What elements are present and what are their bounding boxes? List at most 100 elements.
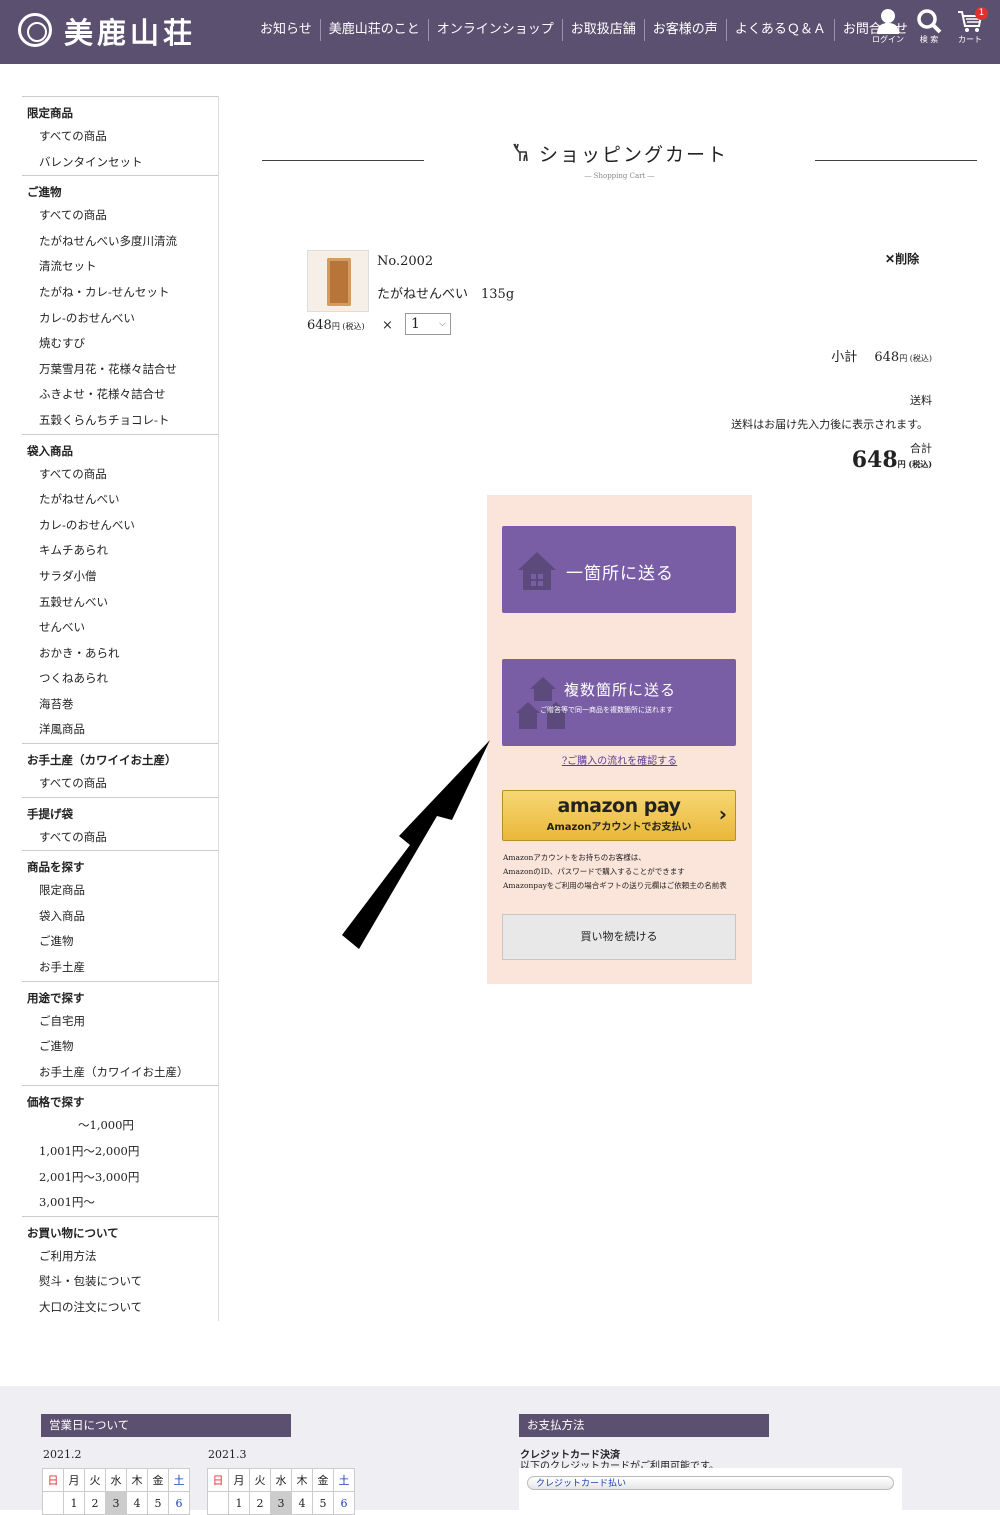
sidebar-item[interactable]: たがね・カレ-せんセット	[22, 280, 218, 306]
sidebar-item[interactable]: お手土産	[22, 955, 218, 981]
total-row: 648円 (税込)	[852, 447, 932, 473]
nav-shop[interactable]: オンラインショップ	[429, 19, 563, 41]
sidebar-item[interactable]: ご進物	[22, 929, 218, 955]
sidebar-item[interactable]: つくねあられ	[22, 666, 218, 692]
sidebar-item[interactable]: 1,001円〜2,000円	[22, 1139, 218, 1165]
amazon-pay-sub: Amazonアカウントでお支払い	[546, 822, 692, 833]
sidebar-item[interactable]: 五穀くらんちチョコレ-ト	[22, 408, 218, 434]
send-single-label: 一箇所に送る	[566, 564, 674, 584]
sidebar-item[interactable]: すべての商品	[22, 462, 218, 488]
sidebar-category-title[interactable]: お買い物について	[22, 1217, 218, 1244]
calendar-weekday: 月	[63, 1468, 85, 1492]
sidebar-item[interactable]: 海苔巻	[22, 692, 218, 718]
sidebar-item[interactable]: 五穀せんべい	[22, 590, 218, 616]
calendar-day: 1	[63, 1491, 85, 1515]
sidebar-item[interactable]: すべての商品	[22, 825, 218, 851]
sidebar-item[interactable]: たがねせんべい多度川清流	[22, 229, 218, 255]
sidebar-item[interactable]: ご利用方法	[22, 1244, 218, 1270]
site-logo[interactable]: 美鹿山荘	[64, 10, 196, 52]
sidebar-item[interactable]: 洋風商品	[22, 717, 218, 743]
logo-icon[interactable]	[18, 13, 52, 47]
sidebar-item[interactable]: 〜1,000円	[22, 1113, 218, 1139]
calendar-day: 6	[168, 1491, 190, 1515]
sidebar-item[interactable]: 2,001円〜3,000円	[22, 1165, 218, 1191]
sidebar-item[interactable]: せんべい	[22, 615, 218, 641]
sidebar-item[interactable]: 限定商品	[22, 878, 218, 904]
sidebar-item[interactable]: 清流セット	[22, 254, 218, 280]
quantity-select[interactable]: 1 ⌵	[405, 313, 451, 335]
sidebar-category-title[interactable]: ご進物	[22, 176, 218, 203]
sidebar-item[interactable]: お手土産（カワイイお土産）	[22, 1060, 218, 1086]
calendar-day: 1	[228, 1491, 250, 1515]
nav-stores[interactable]: お取扱店舗	[563, 19, 645, 41]
delete-button[interactable]: ✕削除	[885, 250, 919, 267]
amazon-pay-button[interactable]: amazon pay Amazonアカウントでお支払い ›	[502, 790, 736, 841]
sidebar-item[interactable]: ご自宅用	[22, 1009, 218, 1035]
sidebar-item[interactable]: カレ-のおせんべい	[22, 513, 218, 539]
sidebar-item[interactable]: 万葉雪月花・花様々詰合せ	[22, 357, 218, 383]
sidebar-category: 価格で探す 〜1,000円 1,001円〜2,000円 2,001円〜3,000円 3,…	[22, 1085, 218, 1215]
sidebar-item[interactable]: 熨斗・包装について	[22, 1269, 218, 1295]
sidebar-category-title[interactable]: 手提げ袋	[22, 798, 218, 825]
calendar-weekday: 金	[147, 1468, 169, 1492]
sidebar-item[interactable]: 袋入商品	[22, 904, 218, 930]
search-button[interactable]: 検 索	[909, 8, 949, 45]
sidebar-item[interactable]: すべての商品	[22, 203, 218, 229]
sidebar-category: ご進物 すべての商品 たがねせんべい多度川清流 清流セット たがね・カレ-せんセット カレ…	[22, 175, 218, 433]
nav-faq[interactable]: よくあるＱ＆Ａ	[727, 19, 835, 41]
sidebar-item[interactable]: すべての商品	[22, 771, 218, 797]
product-image[interactable]	[307, 250, 369, 312]
calendar-month-1: 2021.2	[43, 1448, 82, 1461]
sidebar-item[interactable]: バレンタインセット	[22, 150, 218, 176]
sidebar-item[interactable]: 3,001円〜	[22, 1190, 218, 1216]
search-icon	[917, 9, 942, 34]
cart-label: カート	[958, 35, 982, 44]
login-button[interactable]: ログイン	[868, 8, 908, 45]
sidebar-item[interactable]: カレ-のおせんべい	[22, 306, 218, 332]
calendar-day	[207, 1491, 229, 1515]
send-multiple-button[interactable]: 複数箇所に送る ご贈答等で同一商品を複数箇所に送れます	[502, 659, 736, 746]
page-title: ショッピングカート	[538, 144, 728, 166]
calendar-month-2: 2021.3	[208, 1448, 247, 1461]
continue-shopping-button[interactable]: 買い物を続ける	[502, 914, 736, 960]
send-single-button[interactable]: 一箇所に送る	[502, 526, 736, 613]
payment-box: クレジットカード払い	[519, 1468, 902, 1510]
sidebar-item[interactable]: たがねせんべい	[22, 487, 218, 513]
shipping-label: 送料	[910, 394, 932, 407]
amazon-note-1: Amazonアカウントをお持ちのお客様は、	[503, 853, 646, 862]
calendar-day: 5	[147, 1491, 169, 1515]
item-name[interactable]: たがねせんべい 135g	[377, 283, 514, 302]
sidebar-item[interactable]: おかき・あられ	[22, 641, 218, 667]
sidebar-category-title[interactable]: 商品を探す	[22, 851, 218, 878]
sidebar-category: 袋入商品 すべての商品 たがねせんべい カレ-のおせんべい キムチあられ サラダ小僧 五穀せ…	[22, 433, 218, 744]
sidebar-category-title[interactable]: 価格で探す	[22, 1086, 218, 1113]
calendar-day: 3	[270, 1491, 292, 1515]
nav-news[interactable]: お知らせ	[252, 19, 321, 41]
nav-voices[interactable]: お客様の声	[645, 19, 727, 41]
sidebar-item[interactable]: サラダ小僧	[22, 564, 218, 590]
category-sidebar: 限定商品 すべての商品 バレンタインセット ご進物 すべての商品 たがねせんべい多度川清流…	[22, 96, 219, 1321]
calendar-1: 日月火水木金土 123456	[42, 1468, 190, 1515]
sidebar-item[interactable]: 焼むすび	[22, 331, 218, 357]
calendar-day: 3	[105, 1491, 127, 1515]
business-days-title: 営業日について	[41, 1414, 291, 1437]
sidebar-category-title[interactable]: 用途で探す	[22, 982, 218, 1009]
calendar-day	[42, 1491, 64, 1515]
nav-about[interactable]: 美鹿山荘のこと	[321, 19, 429, 41]
sidebar-item[interactable]: 大口の注文について	[22, 1295, 218, 1321]
sidebar-item[interactable]: ご進物	[22, 1034, 218, 1060]
sidebar-category-title[interactable]: お手土産（カワイイお土産）	[22, 744, 218, 771]
sidebar-item[interactable]: すべての商品	[22, 124, 218, 150]
sidebar-category: お手土産（カワイイお土産） すべての商品	[22, 743, 218, 797]
sidebar-category-title[interactable]: 袋入商品	[22, 435, 218, 462]
sidebar-item[interactable]: キムチあられ	[22, 538, 218, 564]
sidebar-item[interactable]: ふきよせ・花様々詰合せ	[22, 382, 218, 408]
calendar-weekday: 日	[42, 1468, 64, 1492]
cart-button[interactable]: カート 1	[950, 7, 990, 45]
credit-card-tab[interactable]: クレジットカード払い	[527, 1476, 894, 1490]
subtotal-row: 小計 648円 (税込)	[831, 346, 932, 365]
sidebar-category-title[interactable]: 限定商品	[22, 97, 218, 124]
send-multiple-sub: ご贈答等で同一商品を複数箇所に送れます	[540, 706, 673, 714]
calendar-weekday: 木	[126, 1468, 148, 1492]
purchase-flow-link[interactable]: ?ご購入の流れを確認する	[487, 752, 752, 767]
